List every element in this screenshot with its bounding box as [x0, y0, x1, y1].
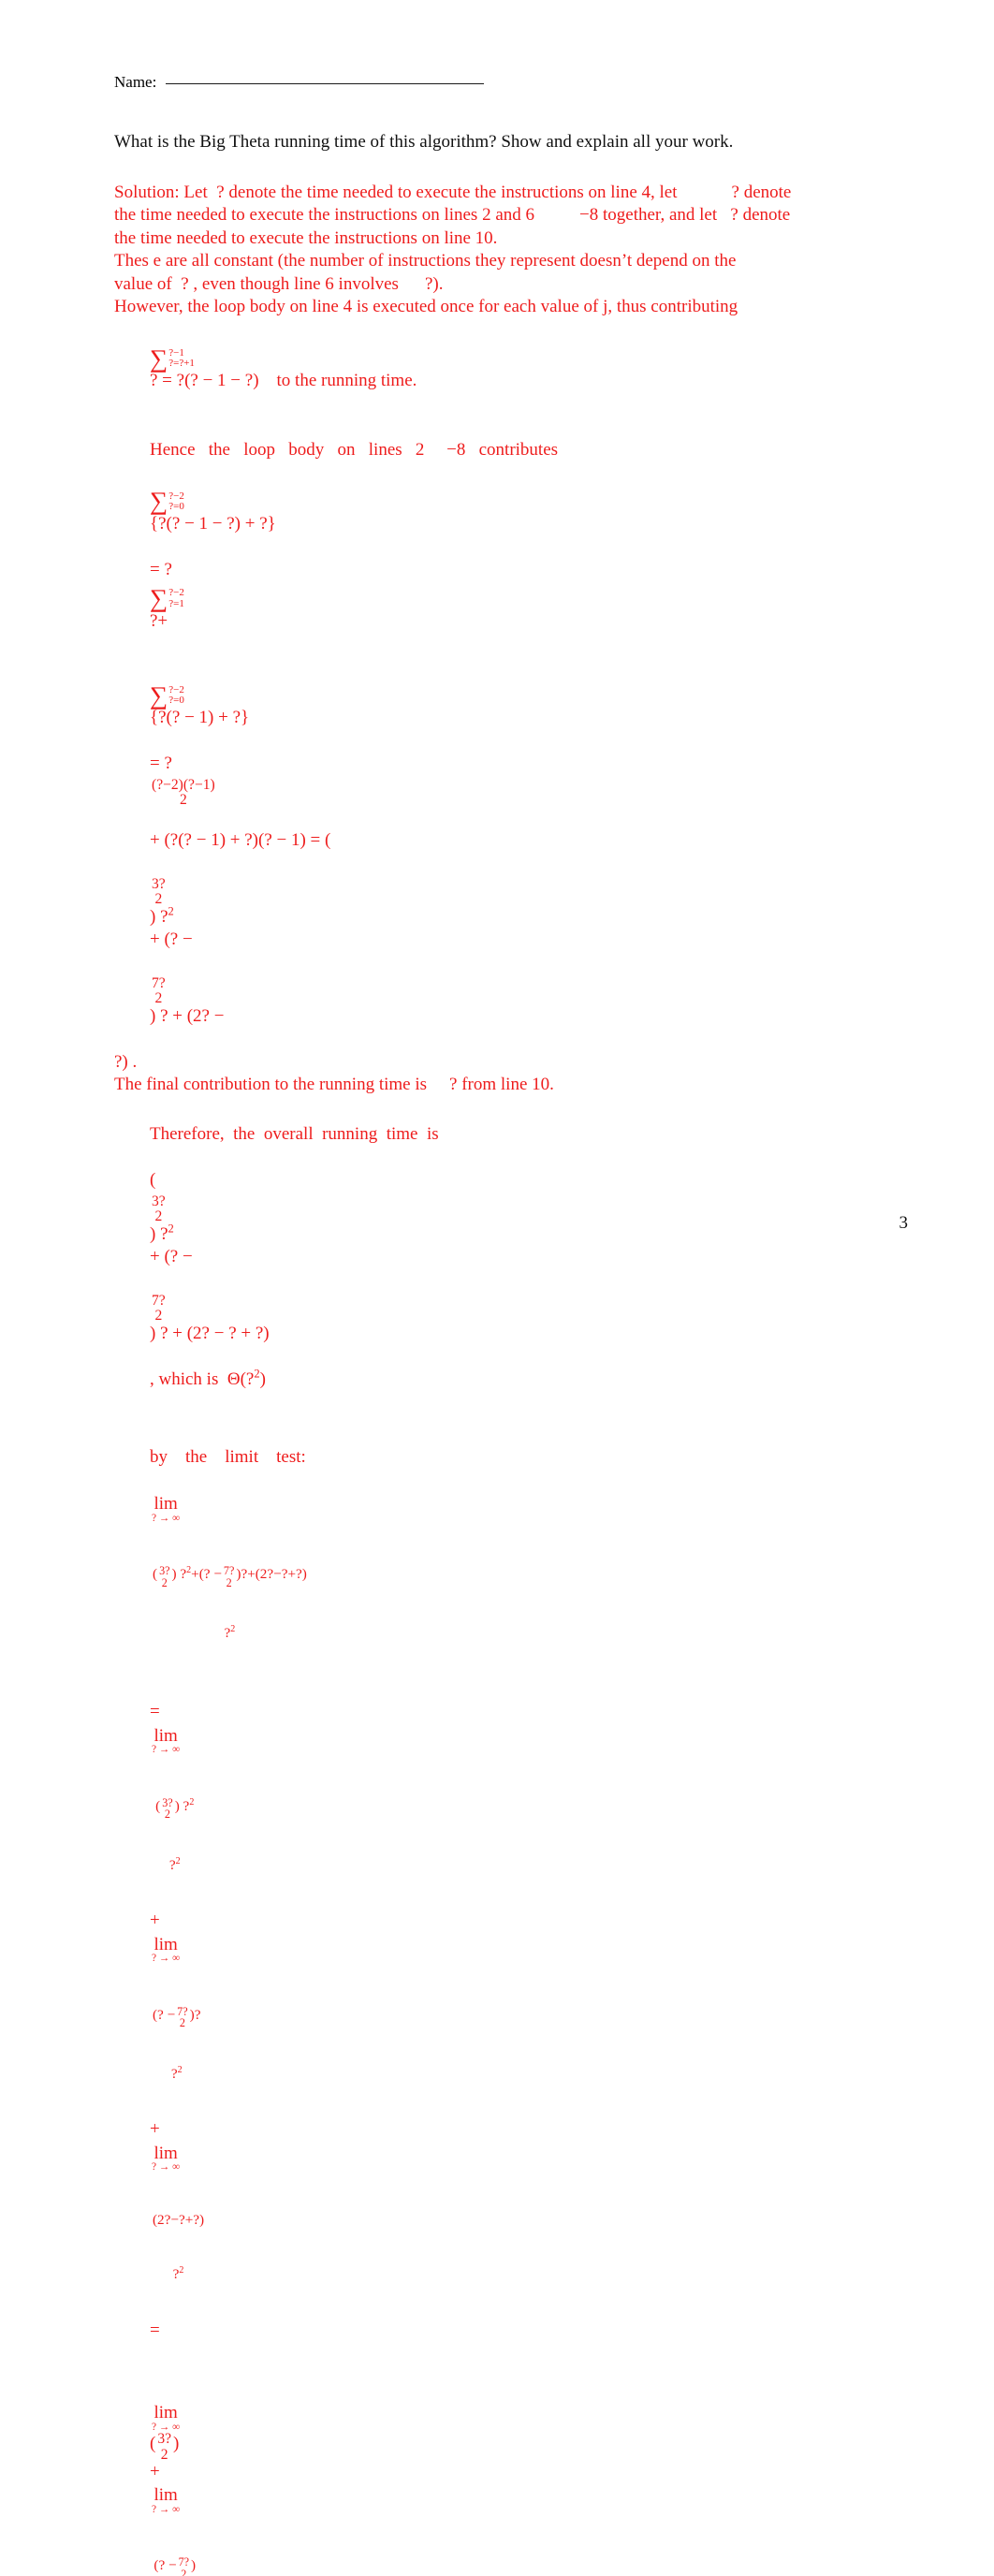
summation-1: ∑?−1?=?+1	[150, 347, 195, 371]
fraction-4: 3?2	[152, 1194, 166, 1225]
sigma-icon: ∑	[150, 584, 168, 612]
exponent: 2	[168, 904, 174, 917]
solution-line-11: The final contribution to the running ti…	[114, 1074, 882, 1097]
limit-operator-6: lim? → ∞	[152, 2486, 180, 2515]
summation-2: ∑?−2?=0	[150, 490, 184, 513]
quotient-3: (? −7?2)? ?2	[153, 1965, 200, 2122]
fraction-3: 7?2	[152, 976, 166, 1007]
summation-3: ∑?−2?=1	[150, 587, 184, 610]
solution-line-2: the time needed to execute the instructi…	[114, 204, 882, 227]
quotient-4: (2?−?+?) ?2	[153, 2174, 204, 2322]
fraction-5: 7?2	[152, 1294, 166, 1325]
solution-block-1: Solution: Let ? denote the time needed t…	[114, 182, 882, 2576]
limit-operator-5: lim? → ∞	[152, 2404, 180, 2433]
limit-operator-3: lim? → ∞	[152, 1936, 180, 1965]
document-page: Name: What is the Big Theta running time…	[0, 0, 994, 1288]
quotient-1: (3?2) ?2+(? −7?2)?+(2?−?+?) ?2	[153, 1524, 307, 1681]
sigma-icon: ∑	[150, 487, 168, 515]
solution-line-14: lim? → ∞ (3?2) + lim? → ∞ (? −7?2) ? + l…	[114, 2378, 882, 2576]
limit-operator-2: lim? → ∞	[152, 1727, 180, 1756]
sigma-icon: ∑	[150, 681, 168, 710]
exponent: 2	[168, 1222, 174, 1235]
name-label: Name:	[114, 73, 156, 92]
fraction-6: 3?2	[157, 2432, 171, 2463]
fraction-1: (?−2)(?−1)2	[152, 778, 215, 809]
page-content: Name: What is the Big Theta running time…	[114, 73, 882, 2576]
sigma-icon: ∑	[150, 344, 168, 373]
solution-line-13: by the limit test: lim? → ∞ (3?2) ?2+(? …	[114, 1424, 882, 2365]
name-input-rule[interactable]	[166, 83, 484, 84]
solution-line-1: Solution: Let ? denote the time needed t…	[114, 182, 882, 205]
solution-line-12: Therefore, the overall running time is (…	[114, 1101, 882, 1414]
fraction-2: 3?2	[152, 877, 166, 908]
question-intro: What is the Big Theta running time of th…	[114, 131, 882, 154]
fraction-inline: 3?2	[162, 1797, 172, 1822]
solution-line-7: ∑?−1?=?+1 ? = ?(? − 1 − ?) to the runnin…	[114, 319, 882, 417]
fraction-inline: 7?2	[224, 1565, 234, 1589]
solution-line-3: the time needed to execute the instructi…	[114, 227, 882, 251]
solution-line-10: ?) .	[114, 1051, 882, 1075]
fraction-inline: 7?2	[177, 2006, 187, 2030]
solution-line-4: Thes e are all constant (the number of i…	[114, 250, 882, 273]
quotient-2: (3?2) ?2 ?2	[153, 1756, 197, 1913]
limit-operator-4: lim? → ∞	[152, 2144, 180, 2174]
limit-operator-1: lim? → ∞	[152, 1495, 180, 1524]
page-number: 3	[899, 1213, 909, 1234]
solution-line-9: ∑?−2?=0 {?(? − 1) + ?} = ? (?−2)(?−1)2 +…	[114, 656, 882, 1051]
solution-line-5: value of ? , even though line 6 involves…	[114, 273, 882, 297]
solution-line-6: However, the loop body on line 4 is exec…	[114, 296, 882, 319]
fraction-inline: 7?2	[179, 2556, 189, 2576]
quotient-6: (? −7?2) ?	[153, 2515, 197, 2576]
solution-line-8: Hence the loop body on lines 2 −8 contri…	[114, 416, 882, 655]
question-intro-text: What is the Big Theta running time of th…	[114, 131, 882, 154]
name-field-row: Name:	[114, 73, 882, 92]
summation-4: ∑?−2?=0	[150, 684, 184, 708]
fraction-inline: 3?2	[159, 1565, 169, 1589]
